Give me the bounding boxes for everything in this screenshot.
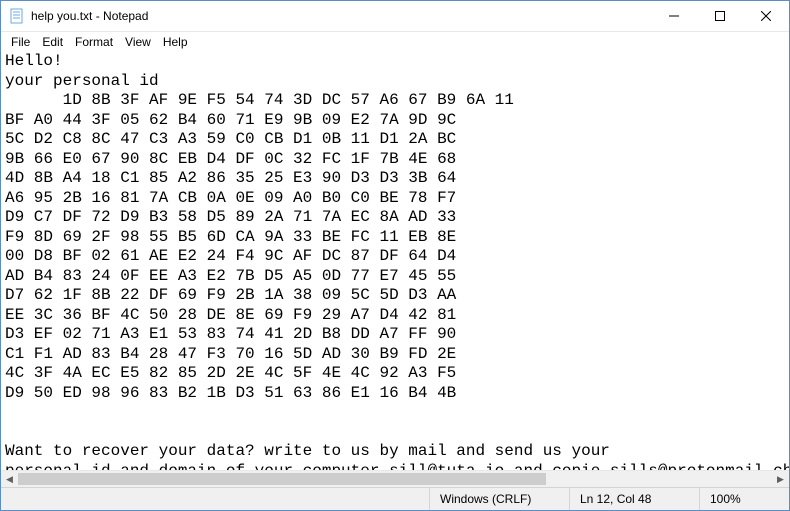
menu-help[interactable]: Help bbox=[157, 33, 194, 51]
statusbar: Windows (CRLF) Ln 12, Col 48 100% bbox=[1, 487, 789, 510]
window-controls bbox=[651, 1, 789, 31]
minimize-button[interactable] bbox=[651, 1, 697, 31]
scroll-left-arrow-icon[interactable]: ◀ bbox=[1, 471, 18, 487]
notepad-window: help you.txt - Notepad File Edit Format … bbox=[0, 0, 790, 511]
maximize-button[interactable] bbox=[697, 1, 743, 31]
status-position: Ln 12, Col 48 bbox=[569, 488, 699, 510]
scroll-right-arrow-icon[interactable]: ▶ bbox=[772, 471, 789, 487]
horizontal-scrollbar[interactable]: ◀ ▶ bbox=[1, 470, 789, 487]
menu-view[interactable]: View bbox=[119, 33, 157, 51]
menubar: File Edit Format View Help bbox=[1, 32, 789, 52]
status-encoding: Windows (CRLF) bbox=[429, 488, 569, 510]
scroll-thumb[interactable] bbox=[18, 473, 546, 485]
notepad-icon bbox=[9, 8, 25, 24]
scroll-track[interactable] bbox=[18, 471, 772, 487]
close-button[interactable] bbox=[743, 1, 789, 31]
text-editor[interactable]: Hello! your personal id 1D 8B 3F AF 9E F… bbox=[1, 52, 789, 470]
menu-file[interactable]: File bbox=[5, 33, 36, 51]
window-title: help you.txt - Notepad bbox=[31, 9, 651, 23]
menu-format[interactable]: Format bbox=[69, 33, 119, 51]
status-zoom: 100% bbox=[699, 488, 789, 510]
titlebar: help you.txt - Notepad bbox=[1, 1, 789, 32]
menu-edit[interactable]: Edit bbox=[36, 33, 69, 51]
